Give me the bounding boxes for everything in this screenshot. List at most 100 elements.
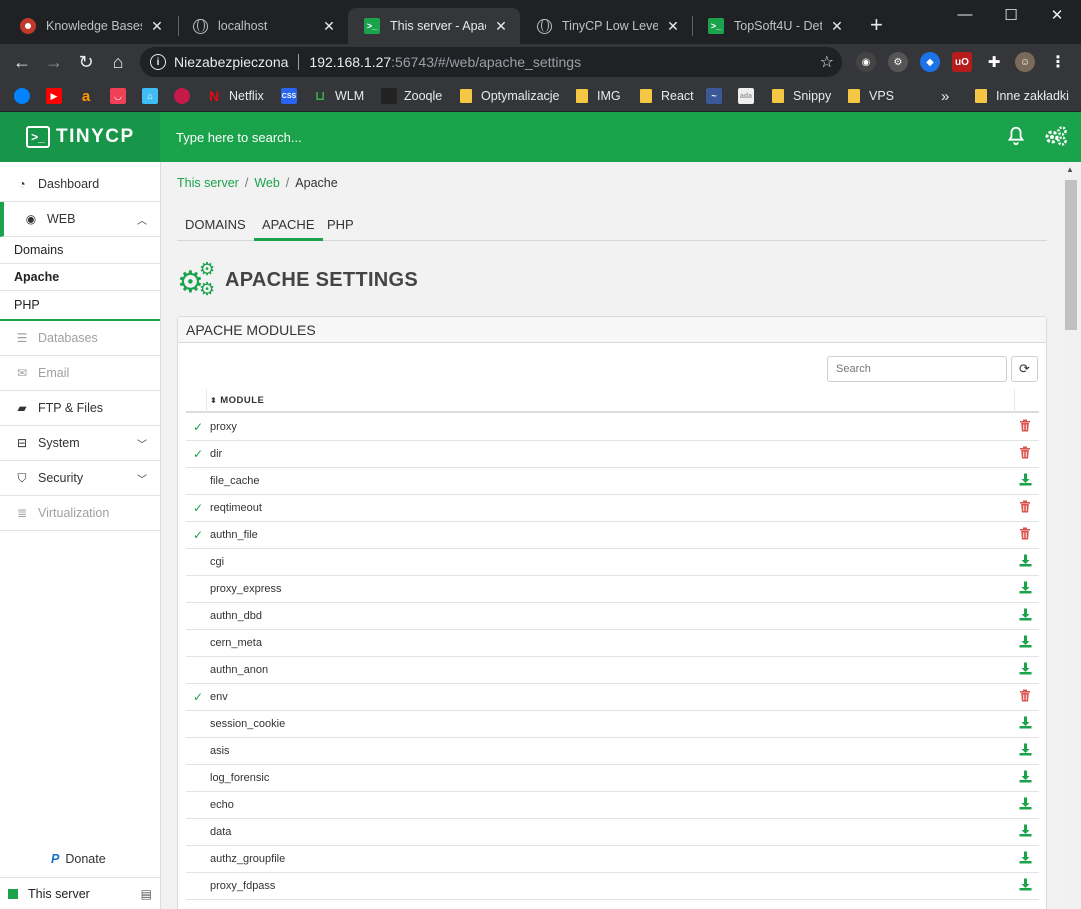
scroll-up-arrow[interactable]: ▲ xyxy=(1066,165,1074,174)
sidebar-item-virtualization[interactable]: ≣ Virtualization xyxy=(0,496,160,531)
table-row: proxy_express xyxy=(186,576,1039,603)
close-window-button[interactable]: ✕ xyxy=(1034,6,1080,24)
sidebar-item-databases[interactable]: ☰ Databases xyxy=(0,321,160,356)
sidebar-item-email[interactable]: ✉ Email xyxy=(0,356,160,391)
enable-module-download-icon[interactable] xyxy=(1019,716,1033,730)
global-search-input[interactable] xyxy=(176,126,596,148)
back-button[interactable]: ← xyxy=(10,50,34,74)
star-icon[interactable]: ☆ xyxy=(820,52,834,72)
reload-button[interactable]: ↻ xyxy=(74,50,98,74)
close-icon[interactable]: ✕ xyxy=(320,18,338,35)
ublock-icon[interactable]: uO xyxy=(952,52,972,72)
bookmark-zooqle[interactable]: Zooqle xyxy=(381,85,442,107)
enable-module-download-icon[interactable] xyxy=(1019,473,1033,487)
enable-module-download-icon[interactable] xyxy=(1019,851,1033,865)
enable-module-download-icon[interactable] xyxy=(1019,797,1033,811)
disable-module-trash-icon[interactable] xyxy=(1019,446,1033,460)
sidebar-subitem-domains[interactable]: Domains xyxy=(0,237,160,264)
enable-module-download-icon[interactable] xyxy=(1019,635,1033,649)
enable-module-download-icon[interactable] xyxy=(1019,824,1033,838)
server-list-icon[interactable]: ▤ xyxy=(141,887,152,901)
sidebar-item-dashboard[interactable]: ◔ Dashboard xyxy=(0,167,160,202)
donate-link[interactable]: P Donate xyxy=(51,852,106,866)
other-bookmarks[interactable]: Inne zakładki xyxy=(975,85,1069,107)
browser-tab[interactable]: localhost ✕ xyxy=(176,8,348,44)
info-icon[interactable]: i xyxy=(150,54,166,70)
bookmark[interactable]: ▶ xyxy=(46,85,69,107)
address-bar[interactable]: i Niezabezpieczona 192.168.1.27:56743/#/… xyxy=(140,47,842,77)
extension-icon[interactable]: ◉ xyxy=(856,52,876,72)
refresh-button[interactable]: ⟳ xyxy=(1011,356,1038,382)
table-search-input[interactable] xyxy=(827,356,1007,382)
bookmark[interactable] xyxy=(174,85,197,107)
bookmark[interactable]: CSS xyxy=(281,85,304,107)
module-name: proxy_fdpass xyxy=(210,880,276,892)
close-icon[interactable]: ✕ xyxy=(148,18,166,35)
disable-module-trash-icon[interactable] xyxy=(1019,527,1033,541)
puzzle-icon[interactable]: ✚ xyxy=(984,52,1004,72)
close-icon[interactable]: ✕ xyxy=(828,18,846,35)
tab-apache[interactable]: APACHE xyxy=(254,210,323,241)
enable-module-download-icon[interactable] xyxy=(1019,608,1033,622)
bookmark[interactable]: ada xyxy=(738,85,761,107)
bell-icon[interactable] xyxy=(1005,125,1027,153)
close-icon[interactable]: ✕ xyxy=(664,18,682,35)
avatar[interactable]: ☺ xyxy=(1015,52,1035,72)
bookmark[interactable] xyxy=(14,85,37,107)
bookmark-folder[interactable]: IMG xyxy=(576,85,621,107)
settings-gears-icon[interactable] xyxy=(1044,125,1068,153)
sidebar-subitem-php[interactable]: PHP xyxy=(0,291,160,318)
sidebar-item-ftp-files[interactable]: ▰ FTP & Files xyxy=(0,391,160,426)
disable-module-trash-icon[interactable] xyxy=(1019,500,1033,514)
disable-module-trash-icon[interactable] xyxy=(1019,689,1033,703)
bookmarks-overflow-button[interactable]: » xyxy=(941,85,949,107)
browser-tab[interactable]: TinyCP Low Level UI ✕ xyxy=(520,8,692,44)
sidebar-item-web[interactable]: ◉ WEB ︿ xyxy=(0,202,160,237)
enable-module-download-icon[interactable] xyxy=(1019,878,1033,892)
new-tab-button[interactable]: + xyxy=(870,14,883,36)
minimize-button[interactable]: — xyxy=(942,6,988,23)
disable-module-trash-icon[interactable] xyxy=(1019,419,1033,433)
enable-module-download-icon[interactable] xyxy=(1019,743,1033,757)
browser-tab[interactable]: >_ TopSoft4U - Details ✕ xyxy=(692,8,856,44)
logo[interactable]: >_ TINYCP xyxy=(0,112,160,162)
tab-php[interactable]: PHP xyxy=(319,210,362,241)
bookmark-folder[interactable]: Optymalizacje xyxy=(460,85,560,107)
bookmark-wlm[interactable]: ⊔ WLM xyxy=(312,85,364,107)
diamond-icon[interactable]: ◆ xyxy=(920,52,940,72)
bookmark[interactable]: ~ xyxy=(706,85,729,107)
bookmark[interactable]: ⌂ xyxy=(142,85,165,107)
forward-button[interactable]: → xyxy=(42,50,66,74)
column-header-module[interactable]: ⬍ MODULE xyxy=(210,395,264,406)
server-icon: ≣ xyxy=(16,506,28,520)
gear-icon[interactable]: ⚙ xyxy=(888,52,908,72)
server-selector[interactable]: This server ▤ xyxy=(0,877,160,909)
page-heading: ⚙ ⚙ ⚙ APACHE SETTINGS xyxy=(177,260,418,298)
kebab-menu-icon[interactable]: ⋮ xyxy=(1048,52,1068,72)
enable-module-download-icon[interactable] xyxy=(1019,581,1033,595)
scrollbar-thumb[interactable] xyxy=(1065,180,1077,330)
tab-domains[interactable]: DOMAINS xyxy=(177,210,254,241)
bookmark[interactable]: ◡ xyxy=(110,85,133,107)
sidebar-item-system[interactable]: ⊟ System ﹀ xyxy=(0,426,160,461)
enable-module-download-icon[interactable] xyxy=(1019,662,1033,676)
home-button[interactable]: ⌂ xyxy=(106,50,130,74)
amazon-icon: a xyxy=(81,87,91,105)
breadcrumb-this-server[interactable]: This server xyxy=(177,176,239,190)
bookmark-folder[interactable]: React xyxy=(640,85,694,107)
breadcrumb-web[interactable]: Web xyxy=(254,176,279,190)
maximize-button[interactable]: ☐ xyxy=(988,6,1034,24)
browser-tab[interactable]: Knowledge Bases (L ✕ xyxy=(4,8,176,44)
enable-module-download-icon[interactable] xyxy=(1019,770,1033,784)
bookmark-netflix[interactable]: N Netflix xyxy=(206,85,264,107)
chevron-down-icon: ﹀ xyxy=(137,474,147,486)
enable-module-download-icon[interactable] xyxy=(1019,554,1033,568)
bookmark-folder[interactable]: VPS xyxy=(848,85,894,107)
bookmark-folder[interactable]: Snippy xyxy=(772,85,831,107)
table-row: echo xyxy=(186,792,1039,819)
bookmark[interactable]: a xyxy=(78,85,101,107)
browser-tab-active[interactable]: >_ This server - Apache ✕ xyxy=(348,8,520,44)
sidebar-item-security[interactable]: ⛉ Security ﹀ xyxy=(0,461,160,496)
close-icon[interactable]: ✕ xyxy=(492,18,510,35)
sidebar-subitem-apache[interactable]: Apache xyxy=(0,264,160,291)
